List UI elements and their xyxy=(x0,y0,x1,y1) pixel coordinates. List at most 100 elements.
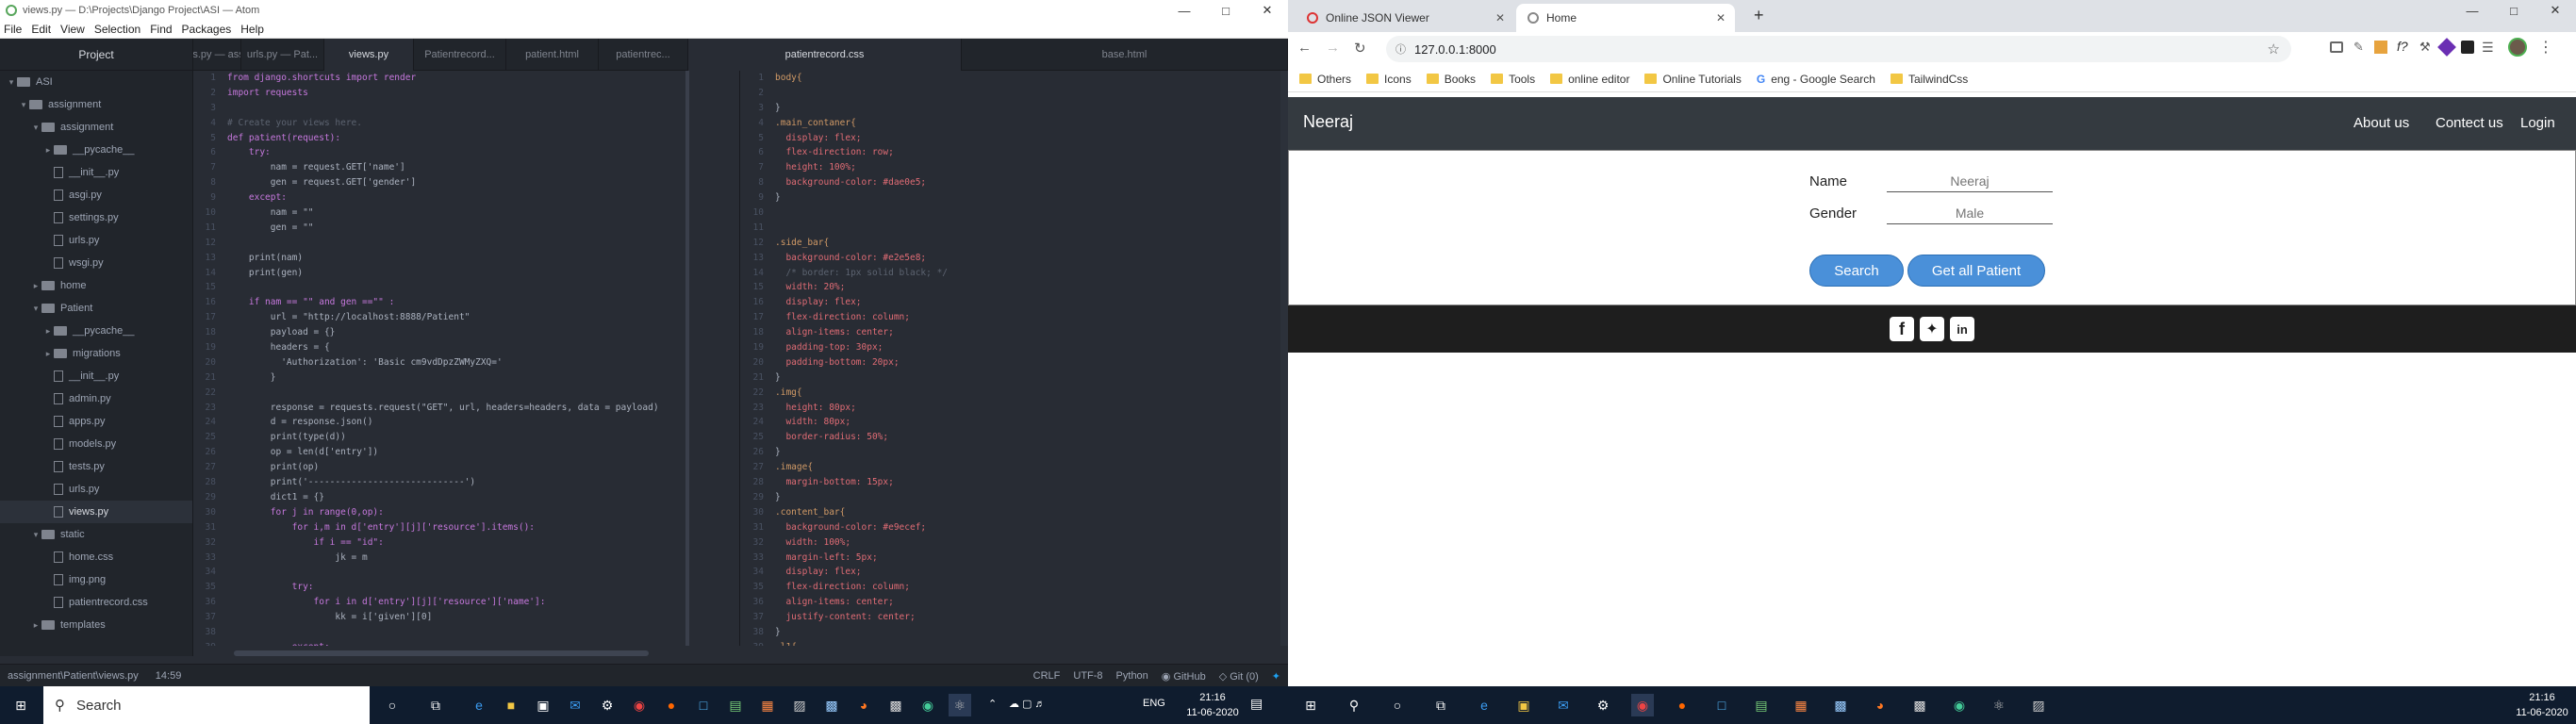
code-line[interactable]: nam = request.GET['name'] xyxy=(227,160,739,175)
code-line[interactable]: .side_bar{ xyxy=(775,236,1280,251)
code-line[interactable]: justify-content: center; xyxy=(775,610,1280,625)
clock[interactable]: 21:16 11-06-2020 xyxy=(2512,690,2572,720)
code-line[interactable]: response = requests.request("GET", url, … xyxy=(227,401,739,416)
code-line[interactable]: } xyxy=(775,445,1280,460)
code-line[interactable]: display: flex; xyxy=(775,131,1280,146)
language-indicator[interactable]: ENG xyxy=(1143,698,1165,709)
menu-find[interactable]: Find xyxy=(150,23,172,36)
search-button[interactable]: Search xyxy=(1809,255,1904,287)
bookmark-icons[interactable]: Icons xyxy=(1366,73,1412,86)
chevron-right-icon[interactable]: ▸ xyxy=(30,281,41,291)
tab-base-html[interactable]: base.html xyxy=(962,39,1288,71)
chrome-icon[interactable]: ◉ xyxy=(1631,694,1654,716)
code-line[interactable]: print('-----------------------------') xyxy=(227,475,739,490)
firefox-icon[interactable]: ● xyxy=(1671,694,1693,716)
chevron-down-icon[interactable]: ▾ xyxy=(18,100,29,110)
code-line[interactable]: align-items: center; xyxy=(775,325,1280,340)
code-line[interactable]: .img{ xyxy=(775,386,1280,401)
code-line[interactable]: try: xyxy=(227,580,739,595)
maximize-icon[interactable]: □ xyxy=(2493,0,2535,21)
code-line[interactable]: dict1 = {} xyxy=(227,490,739,505)
chevron-down-icon[interactable]: ▾ xyxy=(30,123,41,133)
code-line[interactable]: except: xyxy=(227,640,739,646)
tree-item[interactable]: asgi.py xyxy=(0,184,192,206)
code-line[interactable]: } xyxy=(775,370,1280,386)
status-github[interactable]: ◉ GitHub xyxy=(1162,670,1206,683)
vertical-scrollbar[interactable] xyxy=(1280,71,1288,646)
tree-item[interactable]: ▾ ASI xyxy=(0,71,192,93)
tree-item[interactable]: wsgi.py xyxy=(0,252,192,274)
address-bar[interactable]: ⓘ 127.0.0.1:8000 ☆ xyxy=(1386,36,2291,62)
code-line[interactable]: background-color: #dae0e5; xyxy=(775,175,1280,190)
edge-icon[interactable]: e xyxy=(1473,694,1495,716)
status-cursor[interactable]: 14:59 xyxy=(156,670,182,682)
tree-item[interactable]: ▾ static xyxy=(0,523,192,546)
nav-about-us[interactable]: About us xyxy=(2353,115,2409,131)
bookmark-books[interactable]: Books xyxy=(1426,73,1476,86)
firefox-icon[interactable]: ● xyxy=(660,694,683,716)
bookmark-google-search[interactable]: Geng - Google Search xyxy=(1757,73,1875,86)
code-line[interactable]: } xyxy=(775,101,1280,116)
code-line[interactable]: print(gen) xyxy=(227,266,739,281)
code-line[interactable] xyxy=(227,565,739,580)
tree-item[interactable]: models.py xyxy=(0,433,192,455)
code-line[interactable]: display: flex; xyxy=(775,565,1280,580)
code-line[interactable]: nam = "" xyxy=(227,206,739,221)
avatar[interactable] xyxy=(2508,38,2527,57)
code-line[interactable] xyxy=(775,206,1280,221)
chevron-right-icon[interactable]: ▸ xyxy=(42,349,54,359)
app-icon[interactable]: □ xyxy=(1710,694,1733,716)
app-icon[interactable]: ◉ xyxy=(916,694,939,716)
bookmark-online-tutorials[interactable]: Online Tutorials xyxy=(1644,73,1742,86)
tree-item[interactable]: views.py xyxy=(0,501,192,523)
code-line[interactable]: op = len(d['entry']) xyxy=(227,445,739,460)
right-editor-pane[interactable]: 1 2 3 4 5 6 7 8 9 10 11 12 13 14 15 16 17 18 19 20 21 22 23 24 2… xyxy=(741,71,1280,646)
nav-contect-us[interactable]: Contect us xyxy=(2436,115,2503,131)
maximize-icon[interactable]: □ xyxy=(1205,0,1247,21)
chevron-right-icon[interactable]: ▸ xyxy=(42,326,54,337)
code-line[interactable]: width: 100%; xyxy=(775,535,1280,551)
search-icon[interactable]: ⚲ xyxy=(1343,694,1365,716)
right-code[interactable]: body{} .main_contaner{ display: flex; fle… xyxy=(775,71,1280,646)
code-line[interactable]: .l1{ xyxy=(775,640,1280,646)
code-line[interactable]: 'Authorization': 'Basic cm9vdDpzZWMyZXQ=… xyxy=(227,355,739,370)
minimize-icon[interactable]: — xyxy=(1164,0,1205,21)
code-line[interactable]: } xyxy=(775,490,1280,505)
code-line[interactable] xyxy=(227,236,739,251)
code-line[interactable]: .content_bar{ xyxy=(775,505,1280,520)
code-line[interactable]: kk = i['given'][0] xyxy=(227,610,739,625)
sliders-icon[interactable]: ☰ xyxy=(2482,40,2494,56)
tree-item[interactable]: img.png xyxy=(0,568,192,591)
left-editor-pane[interactable]: 1 2 3 4 5 6 7 8 9 10 11 12 13 14 15 16 17 18 19 20 21 22 23 24 2… xyxy=(193,71,740,646)
code-line[interactable]: flex-direction: column; xyxy=(775,310,1280,325)
tab-urls-patient[interactable]: urls.py — Pat... xyxy=(241,39,324,71)
code-line[interactable]: if nam == "" and gen =="" : xyxy=(227,295,739,310)
tree-item[interactable]: ▾ assignment xyxy=(0,93,192,116)
code-line[interactable]: if i == "id": xyxy=(227,535,739,551)
notification-icon[interactable]: ▤ xyxy=(1250,696,1263,712)
forward-icon[interactable]: → xyxy=(1326,40,1340,56)
nav-login[interactable]: Login xyxy=(2520,115,2555,131)
tab-urls-assignment[interactable]: urls.py — ass... xyxy=(193,39,241,71)
app-icon[interactable]: ▩ xyxy=(1829,694,1852,716)
settings-icon[interactable]: ⚙ xyxy=(596,694,619,716)
code-line[interactable]: display: flex; xyxy=(775,295,1280,310)
file-explorer-icon[interactable]: ■ xyxy=(500,694,522,716)
code-line[interactable]: /* border: 1px solid black; */ xyxy=(775,266,1280,281)
linkedin-icon[interactable]: in xyxy=(1950,317,1974,341)
tree-item[interactable]: settings.py xyxy=(0,206,192,229)
code-line[interactable]: flex-direction: column; xyxy=(775,580,1280,595)
code-line[interactable]: height: 80px; xyxy=(775,401,1280,416)
tree-item[interactable]: apps.py xyxy=(0,410,192,433)
code-line[interactable]: try: xyxy=(227,145,739,160)
bookmark-online-editor[interactable]: online editor xyxy=(1550,73,1629,86)
status-line-ending[interactable]: CRLF xyxy=(1033,670,1061,682)
chevron-right-icon[interactable]: ▸ xyxy=(42,145,54,156)
tree-item[interactable]: ▸ __pycache__ xyxy=(0,320,192,342)
name-input[interactable] xyxy=(1887,170,2053,192)
code-line[interactable]: width: 20%; xyxy=(775,280,1280,295)
tree-item[interactable]: __init__.py xyxy=(0,365,192,387)
tree-item[interactable]: ▸ templates xyxy=(0,614,192,636)
settings-icon[interactable]: ⚙ xyxy=(1592,694,1614,716)
tab-close-icon[interactable]: ✕ xyxy=(1716,11,1726,25)
